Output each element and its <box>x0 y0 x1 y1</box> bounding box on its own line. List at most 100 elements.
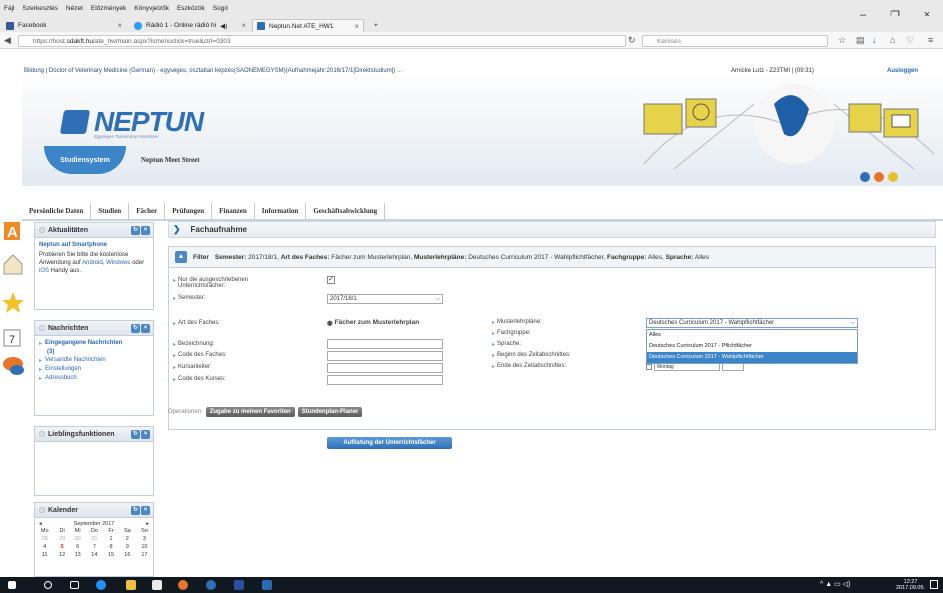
calendar-day[interactable]: 30 <box>70 535 86 543</box>
word-icon[interactable] <box>262 580 272 590</box>
filter-toggle-icon[interactable]: ▲ <box>175 251 187 263</box>
menu-help[interactable]: Súgó <box>213 5 228 12</box>
speaker-icon[interactable]: ◀) <box>220 22 227 30</box>
nav-information[interactable]: Information <box>255 203 307 219</box>
store-icon[interactable] <box>152 580 162 590</box>
inbox-link[interactable]: ▸ Eingegangene Nachrichten <box>39 340 149 347</box>
smiley-icon[interactable] <box>888 172 898 182</box>
app-icon[interactable] <box>206 580 216 590</box>
edge-icon[interactable] <box>96 580 106 590</box>
next-month-icon[interactable]: ▸ <box>146 521 149 527</box>
ende-checkbox[interactable] <box>646 364 652 370</box>
tab-radio[interactable]: Rádió 1 - Online rádió hi ◀) × <box>130 19 250 32</box>
notifications-icon[interactable] <box>930 580 938 589</box>
close-icon[interactable]: × <box>354 22 359 31</box>
art-radio-option[interactable]: ◉ Fächer zum Musterlehrplan <box>327 319 419 327</box>
download-icon[interactable]: ↓ <box>872 35 877 45</box>
timetable-planner-button[interactable]: Stundenplan-Planer <box>297 407 363 417</box>
code-input[interactable] <box>327 351 443 361</box>
close-icon[interactable]: × <box>117 21 122 30</box>
add-to-favorites-button[interactable]: Zugabe zu meinen Favoriten <box>205 407 295 417</box>
refresh-icon[interactable]: ↻ <box>131 430 140 439</box>
ende-day-select[interactable]: Montag <box>654 363 720 371</box>
calendar-day[interactable]: 15 <box>103 551 119 559</box>
file-explorer-icon[interactable] <box>126 580 136 590</box>
star-icon[interactable]: ☆ <box>838 35 846 46</box>
nav-exams[interactable]: Prüfungen <box>165 203 213 219</box>
menu-bookmarks[interactable]: Könyvjelzők <box>134 5 169 12</box>
task-view-icon[interactable] <box>70 581 79 589</box>
clock[interactable]: 12:27 2017.09.05. <box>896 579 925 591</box>
menu-view[interactable]: Nézet <box>66 5 83 12</box>
android-link[interactable]: Android <box>82 260 103 266</box>
calendar-day[interactable]: 31 <box>85 535 103 543</box>
settings-link[interactable]: ▸ Einstellungen <box>39 366 149 373</box>
calendar-day[interactable]: 8 <box>103 543 119 551</box>
smartphone-news-link[interactable]: Neptun auf Smartphone <box>39 242 149 248</box>
calendar-day[interactable]: 28 <box>35 535 54 543</box>
kurscode-input[interactable] <box>327 375 443 385</box>
nav-subjects[interactable]: Fächer <box>129 203 166 219</box>
filter-summary-bar[interactable]: ▲ Filter Semester: 2017/18/1, Art des Fa… <box>168 246 936 268</box>
calendar-day[interactable]: 17 <box>136 551 153 559</box>
search-input[interactable]: Keresés <box>642 35 828 47</box>
menu-tools[interactable]: Eszközök <box>177 5 205 12</box>
firefox-icon[interactable] <box>874 172 884 182</box>
musterlehrplane-select[interactable]: Deutsches Curriculum 2017 - Wahlpflichtf… <box>646 318 858 328</box>
windows-start-icon[interactable] <box>8 581 16 589</box>
calendar-day[interactable]: 3 <box>136 535 153 543</box>
calendar-icon[interactable]: 7 <box>3 329 21 347</box>
back-icon[interactable]: ◀ <box>4 35 11 46</box>
semester-select[interactable]: 2017/18/1 ⌵ <box>327 294 443 304</box>
close-icon[interactable]: × <box>141 324 150 333</box>
search-icon[interactable] <box>44 581 52 589</box>
refresh-icon[interactable]: ↻ <box>131 226 140 235</box>
menu-history[interactable]: Előzmények <box>91 5 126 12</box>
calendar-day-today[interactable]: 5 <box>54 543 70 551</box>
close-icon[interactable]: × <box>241 21 246 30</box>
calendar-day[interactable]: 7 <box>85 543 103 551</box>
dropdown-option[interactable]: Alles <box>647 330 857 341</box>
close-icon[interactable]: × <box>141 226 150 235</box>
kursanleiter-input[interactable] <box>327 363 443 373</box>
star-icon[interactable] <box>2 292 24 313</box>
windows-link[interactable]: Windows <box>106 260 130 266</box>
calendar-day[interactable]: 11 <box>35 551 54 559</box>
chat-icon[interactable] <box>3 357 24 375</box>
neptun-logo[interactable]: NEPTUN Egységes Tanulmányi Rendszer <box>59 106 204 139</box>
neptun-taskbar-icon[interactable] <box>234 580 244 590</box>
ende-time-input[interactable] <box>722 363 744 371</box>
calendar-day[interactable]: 10 <box>136 543 153 551</box>
pocket-icon[interactable]: ♡ <box>906 35 914 46</box>
calendar-day[interactable]: 14 <box>85 551 103 559</box>
ios-link[interactable]: iOS <box>39 268 49 274</box>
close-icon[interactable]: × <box>141 430 150 439</box>
calendar-day[interactable]: 1 <box>103 535 119 543</box>
addressbook-link[interactable]: ▸ Adressbuch <box>39 375 149 382</box>
system-tray-icons[interactable]: ^ ▲ ▭ ◁) <box>820 580 850 588</box>
calendar-day[interactable]: 6 <box>70 543 86 551</box>
menu-edit[interactable]: Szerkesztés <box>22 5 57 12</box>
calendar-day[interactable]: 4 <box>35 543 54 551</box>
help-icon[interactable] <box>860 172 870 182</box>
refresh-icon[interactable]: ↻ <box>131 324 140 333</box>
library-icon[interactable]: ▤ <box>856 35 865 46</box>
dropdown-option-selected[interactable]: Deutsches Curriculum 2017 - Wahlpflichtf… <box>647 352 857 363</box>
close-icon[interactable]: × <box>141 506 150 515</box>
url-bar[interactable]: https://host. sdakft.hu/ate_hw/main.aspx?… <box>18 35 626 47</box>
house-icon[interactable] <box>3 254 23 275</box>
calendar-day[interactable]: 13 <box>70 551 86 559</box>
prev-month-icon[interactable]: ◂ <box>39 521 42 527</box>
refresh-icon[interactable]: ↻ <box>131 506 140 515</box>
nav-personal-data[interactable]: Persönliche Daten <box>22 203 92 219</box>
nav-administration[interactable]: Geschäftsabwicklung <box>306 203 386 219</box>
list-subjects-button[interactable]: Auflistung der Unterrichtsfächer <box>327 437 452 449</box>
only-announced-checkbox[interactable]: ✓ <box>327 276 335 284</box>
calendar-day[interactable]: 16 <box>119 551 136 559</box>
firefox-icon[interactable] <box>178 580 188 590</box>
letter-a-icon[interactable]: A <box>4 222 20 241</box>
sent-link[interactable]: ▸ Versandte Nachrichten <box>39 357 149 364</box>
tab-neptun[interactable]: Neptun.Net ATE_HW1 × <box>252 19 364 32</box>
menu-icon[interactable]: ≡ <box>928 35 933 45</box>
calendar-day[interactable]: 9 <box>119 543 136 551</box>
